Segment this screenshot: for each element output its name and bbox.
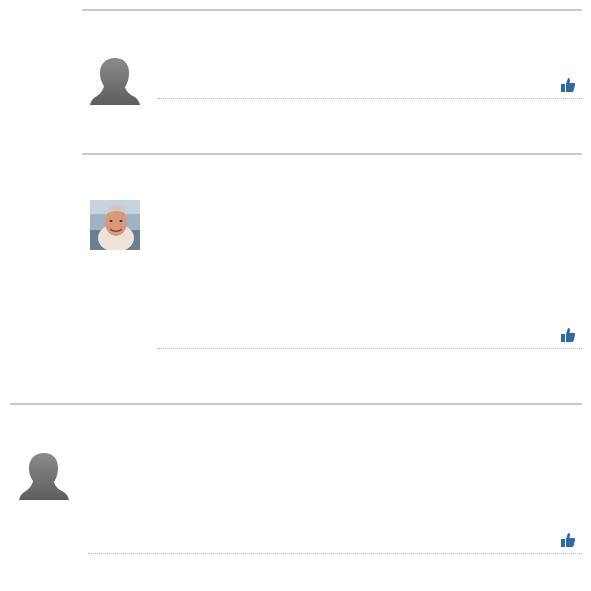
comment-footer-divider [158,348,582,349]
comment-separator [10,403,582,405]
photo-avatar[interactable] [90,200,140,250]
thumbs-up-icon[interactable] [560,77,576,93]
thumbs-up-icon[interactable] [560,327,576,343]
comment-separator [82,153,582,155]
comment-footer-divider [158,98,582,99]
user-photo-icon [90,200,140,250]
comment-separator-top [82,9,582,11]
user-silhouette-icon [90,58,140,105]
user-silhouette-icon [19,453,69,500]
thumbs-up-icon[interactable] [560,532,576,548]
silhouette-avatar-icon[interactable] [89,55,141,107]
comment-footer-divider [88,553,582,554]
silhouette-avatar-icon[interactable] [18,450,70,502]
